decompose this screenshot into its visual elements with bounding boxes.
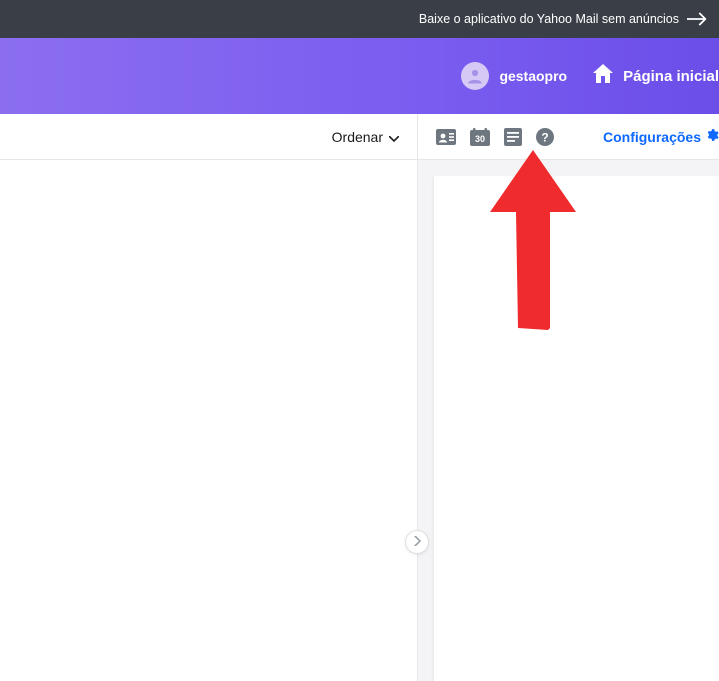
toolbar-icon-group: 30 ?: [436, 128, 554, 146]
home-link[interactable]: Página inicial: [591, 62, 719, 91]
settings-link[interactable]: Configurações: [603, 128, 719, 145]
calendar-icon[interactable]: 30: [470, 128, 490, 146]
toolbar-right: 30 ? Configurações: [418, 114, 719, 159]
promo-banner-text: Baixe o aplicativo do Yahoo Mail sem anú…: [419, 12, 679, 26]
reading-pane-content: [434, 176, 719, 681]
help-icon[interactable]: ?: [536, 128, 554, 146]
home-icon: [591, 62, 615, 91]
app-header: gestaopro Página inicial: [0, 38, 719, 114]
toolbar-left: Ordenar: [0, 114, 418, 159]
sort-label: Ordenar: [332, 129, 383, 145]
user-menu[interactable]: gestaopro: [461, 62, 567, 90]
svg-text:?: ?: [541, 130, 548, 144]
contacts-icon[interactable]: [436, 129, 456, 145]
message-list-pane: [0, 160, 418, 681]
chevron-down-icon: [389, 129, 399, 145]
svg-text:30: 30: [475, 134, 485, 144]
home-label: Página inicial: [623, 68, 719, 85]
settings-label: Configurações: [603, 129, 701, 145]
gear-icon: [705, 128, 719, 145]
notepad-icon[interactable]: [504, 128, 522, 146]
avatar: [461, 62, 489, 90]
chevron-right-icon: [414, 533, 421, 551]
collapse-pane-button[interactable]: [405, 530, 429, 554]
toolbar: Ordenar: [0, 114, 719, 160]
content-area: [0, 160, 719, 681]
reading-pane: [418, 160, 719, 681]
username-label: gestaopro: [499, 68, 567, 84]
arrow-right-icon: [687, 12, 709, 26]
sort-button[interactable]: Ordenar: [332, 129, 399, 145]
promo-banner[interactable]: Baixe o aplicativo do Yahoo Mail sem anú…: [0, 0, 719, 38]
